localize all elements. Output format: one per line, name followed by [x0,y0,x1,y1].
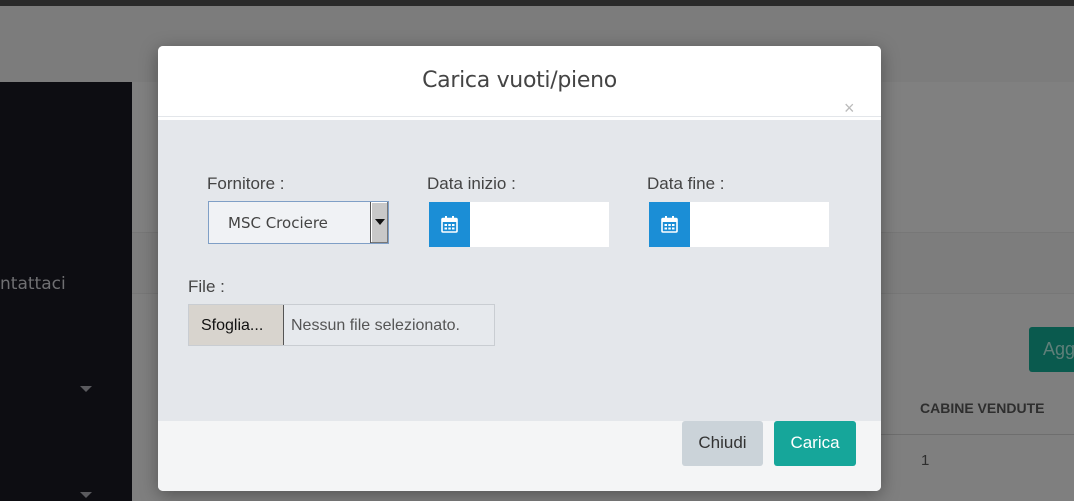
close-icon[interactable]: × [844,99,855,117]
modal-header: Carica vuoti/pieno × [158,46,881,120]
calendar-icon[interactable] [429,202,470,247]
data-inizio-field [429,202,609,247]
upload-modal: Carica vuoti/pieno × Fornitore : Data in… [158,46,881,491]
data-fine-field [649,202,829,247]
data-inizio-label: Data inizio : [427,174,516,193]
file-label: File : [188,277,225,296]
data-fine-label: Data fine : [647,174,725,193]
fornitore-select[interactable]: MSC Crociere [208,201,389,244]
calendar-icon-graphic [441,216,458,233]
data-inizio-input[interactable] [470,202,609,247]
modal-footer: Chiudi Carica [158,421,881,491]
fornitore-label: Fornitore : [207,174,285,193]
modal-title: Carica vuoti/pieno [422,68,617,93]
modal-body: Fornitore : Data inizio : Data fine : MS… [158,120,881,421]
calendar-icon-graphic [661,216,678,233]
sidebar: ntattaci [0,82,132,501]
table-header-cabine-vendute: CABINE VENDUTE [920,400,1045,416]
file-input[interactable]: Sfoglia... Nessun file selezionato. [188,304,495,346]
close-button[interactable]: Chiudi [682,421,763,466]
browse-button[interactable]: Sfoglia... [189,305,284,345]
table-divider [880,434,1074,435]
add-button[interactable]: Agg [1029,327,1074,372]
header-divider [158,116,881,117]
chevron-down-icon [80,492,92,498]
file-status-text: Nessun file selezionato. [291,317,460,334]
upload-button[interactable]: Carica [774,421,856,466]
chevron-down-icon[interactable] [370,202,388,243]
data-fine-input[interactable] [690,202,829,247]
chevron-down-icon [80,386,92,392]
table-cell: 1 [921,452,930,469]
calendar-icon[interactable] [649,202,690,247]
fornitore-selected-value: MSC Crociere [228,214,328,232]
sidebar-item-contattaci[interactable]: ntattaci [0,274,66,294]
